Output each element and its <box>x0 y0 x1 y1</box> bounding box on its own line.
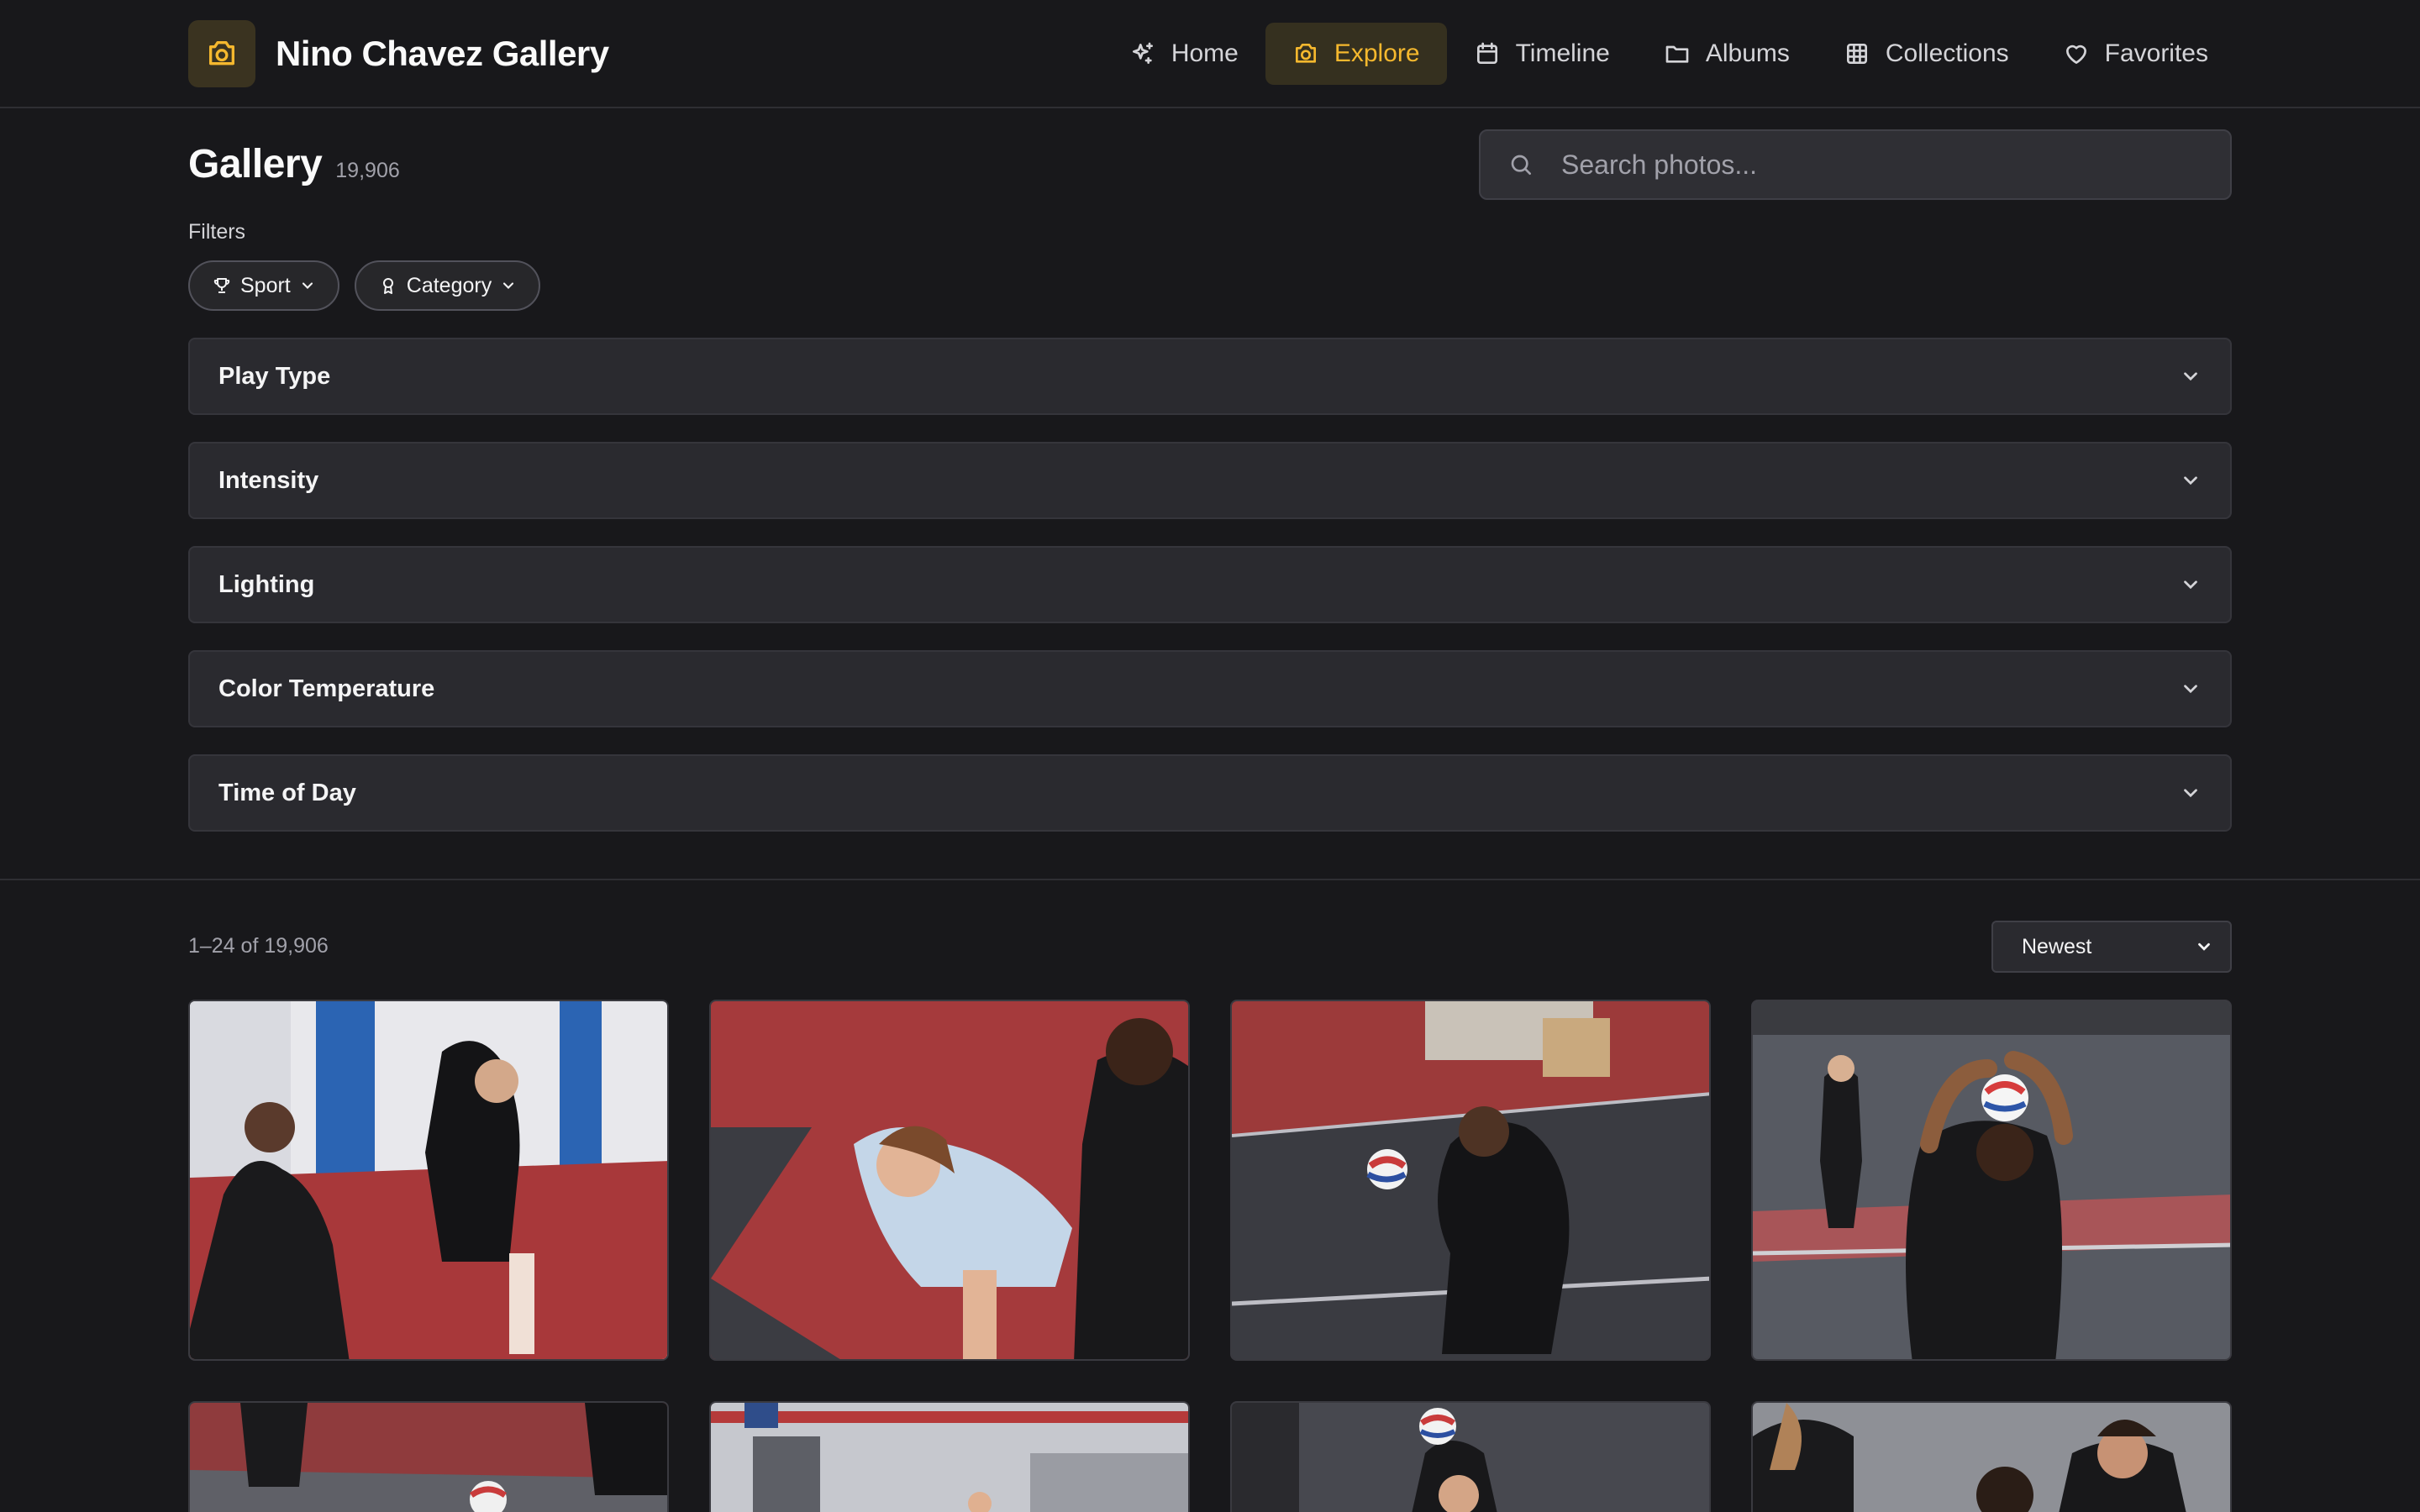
nav-favorites[interactable]: Favorites <box>2036 23 2235 85</box>
chevron-down-icon <box>2198 942 2210 951</box>
filter-chips: Sport Category <box>188 260 555 311</box>
search-icon <box>1481 151 1561 178</box>
camera-icon <box>1295 44 1316 63</box>
sparkle-icon <box>1132 42 1153 64</box>
photo-thumbnail <box>1753 1403 2230 1512</box>
photo-count: 19,906 <box>335 159 400 182</box>
chevron-down-icon <box>2184 789 2197 798</box>
nav-explore-label: Explore <box>1334 39 1420 67</box>
section-label: Intensity <box>218 466 319 494</box>
award-icon <box>382 278 393 294</box>
top-header: Nino Chavez Gallery Home Explore Timelin… <box>0 0 2420 108</box>
section-label: Color Temperature <box>218 675 435 702</box>
divider <box>0 879 2420 880</box>
photo-thumbnail <box>190 1001 667 1359</box>
sort-select[interactable]: Newest <box>1991 921 2232 973</box>
trophy-icon <box>213 278 230 293</box>
page-title: Gallery <box>188 142 323 186</box>
photo-card[interactable] <box>1230 1401 1711 1512</box>
chevron-down-icon <box>2184 372 2197 381</box>
search-input[interactable] <box>1561 131 2230 198</box>
search-box[interactable] <box>1479 129 2232 200</box>
chevron-down-icon <box>302 282 313 289</box>
nav-favorites-label: Favorites <box>2104 39 2208 67</box>
sport-filter-label: Sport <box>240 273 291 297</box>
nav-albums[interactable]: Albums <box>1637 23 1817 85</box>
grid-icon <box>1846 44 1867 64</box>
section-label: Play Type <box>218 362 331 390</box>
photo-thumbnail <box>1753 1001 2230 1359</box>
photo-thumbnail <box>711 1001 1188 1359</box>
sport-filter-chip[interactable]: Sport <box>188 260 339 311</box>
photo-card[interactable] <box>188 1401 669 1512</box>
camera-icon <box>188 20 255 87</box>
nav-home-label: Home <box>1171 39 1239 67</box>
chevron-down-icon <box>2184 580 2197 590</box>
photo-card[interactable] <box>1751 1000 2232 1361</box>
section-label: Time of Day <box>218 779 356 806</box>
nav-timeline[interactable]: Timeline <box>1447 23 1637 85</box>
result-count: 1–24 of 19,906 <box>188 934 329 958</box>
photo-thumbnail <box>711 1403 1188 1512</box>
brand[interactable]: Nino Chavez Gallery <box>188 20 609 87</box>
category-filter-chip[interactable]: Category <box>354 260 541 311</box>
nav-explore[interactable]: Explore <box>1265 23 1447 85</box>
photo-thumbnail <box>1232 1403 1709 1512</box>
filter-section-color-temperature[interactable]: Color Temperature <box>188 650 2232 727</box>
chevron-down-icon <box>2184 476 2197 486</box>
nav-collections-label: Collections <box>1885 39 2009 67</box>
photo-card[interactable] <box>709 1000 1190 1361</box>
photo-thumbnail <box>1232 1001 1709 1359</box>
filter-section-lighting[interactable]: Lighting <box>188 546 2232 623</box>
photo-card[interactable] <box>1751 1401 2232 1512</box>
filters-label: Filters <box>188 220 246 244</box>
calendar-icon <box>1476 42 1497 64</box>
gallery-heading: Gallery 19,906 <box>188 141 400 187</box>
nav-collections[interactable]: Collections <box>1817 23 2036 85</box>
nav-home[interactable]: Home <box>1102 23 1265 85</box>
sort-value: Newest <box>2022 934 2092 958</box>
folder-icon <box>1665 45 1689 63</box>
filter-section-intensity[interactable]: Intensity <box>188 442 2232 519</box>
app-title: Nino Chavez Gallery <box>276 34 609 73</box>
section-label: Lighting <box>218 570 315 598</box>
heart-icon <box>2065 45 2086 64</box>
photo-card[interactable] <box>1230 1000 1711 1361</box>
main-nav: Home Explore Timeline Albums Collections… <box>1102 23 2235 85</box>
chevron-down-icon <box>503 282 514 289</box>
filter-section-time-of-day[interactable]: Time of Day <box>188 754 2232 832</box>
photo-card[interactable] <box>709 1401 1190 1512</box>
photo-thumbnail <box>190 1403 667 1512</box>
photo-card[interactable] <box>188 1000 669 1361</box>
chevron-down-icon <box>2184 685 2197 694</box>
filter-section-play-type[interactable]: Play Type <box>188 338 2232 415</box>
nav-albums-label: Albums <box>1705 39 1790 67</box>
nav-timeline-label: Timeline <box>1515 39 1610 67</box>
category-filter-label: Category <box>406 273 492 297</box>
